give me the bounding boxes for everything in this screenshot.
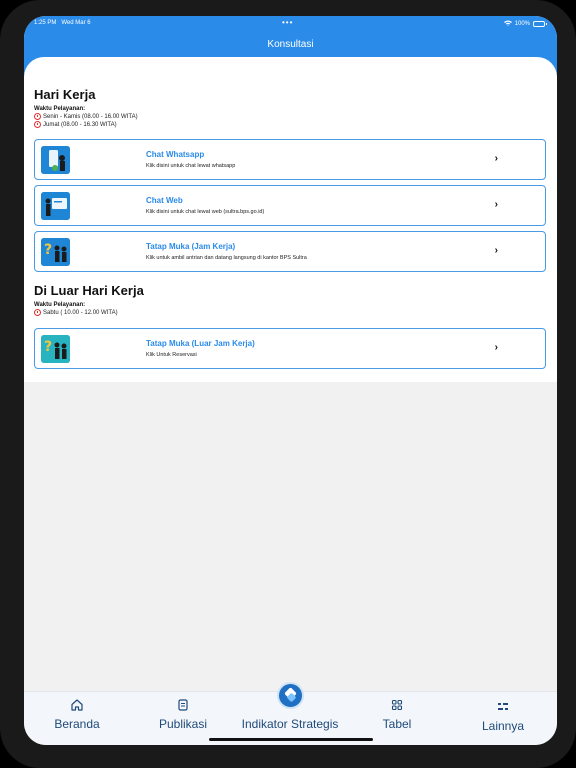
multitask-dots[interactable]: ••• — [282, 18, 293, 27]
tab-indikator-strategis[interactable]: Indikator Strategis — [238, 698, 342, 731]
card-title: Chat Whatsapp — [146, 150, 205, 159]
status-bar: 1:25 PM Wed Mar 6 ••• 100% — [24, 16, 557, 30]
face-to-face-off-hours-card[interactable]: ? Tatap Muka (Luar Jam Kerja) Klik Untuk… — [34, 328, 546, 369]
svg-text:?: ? — [44, 339, 52, 355]
battery-percent: 100% — [514, 21, 530, 27]
tab-beranda[interactable]: Beranda — [46, 698, 108, 731]
tab-lainnya[interactable]: Lainnya — [472, 700, 534, 733]
app-screen: 1:25 PM Wed Mar 6 ••• 100% Konsultasi Ha… — [24, 16, 557, 745]
home-icon — [70, 698, 84, 712]
svg-text:?: ? — [44, 242, 52, 258]
face-to-face-working-hours-card[interactable]: ? Tatap Muka (Jam Kerja) Klik untuk ambi… — [34, 231, 546, 272]
tab-publikasi[interactable]: Publikasi — [152, 698, 214, 731]
schedule-row: Sabtu ( 10.00 - 12.00 WITA) — [34, 309, 118, 316]
tab-label: Lainnya — [481, 719, 525, 733]
status-time: 1:25 PM Wed Mar 6 — [34, 20, 91, 26]
alarm-clock-icon — [34, 309, 41, 316]
wifi-icon — [503, 20, 512, 28]
alarm-clock-icon — [34, 121, 41, 128]
main-content: Hari Kerja Waktu Pelayanan: Senin - Kami… — [24, 57, 557, 382]
card-title: Tatap Muka (Luar Jam Kerja) — [146, 339, 255, 348]
bottom-tab-bar: Beranda Publikasi Indikator Strategis Ta… — [24, 682, 557, 745]
document-icon — [176, 698, 190, 712]
service-hours-label: Waktu Pelayanan: — [34, 302, 86, 308]
chevron-right-icon: › — [494, 153, 498, 164]
chevron-right-icon: › — [494, 245, 498, 256]
tab-label: Beranda — [54, 717, 100, 731]
more-icon — [496, 700, 510, 714]
card-title: Chat Web — [146, 196, 183, 205]
tab-label: Tabel — [382, 717, 412, 731]
status-right: 100% — [503, 20, 547, 28]
tab-label: Publikasi — [158, 717, 208, 731]
chat-web-card[interactable]: Chat Web Klik disini untuk chat lewat we… — [34, 185, 546, 226]
home-indicator — [209, 738, 373, 741]
card-description: Klik Untuk Reservasi — [146, 352, 197, 358]
chevron-right-icon: › — [494, 199, 498, 210]
chat-whatsapp-card[interactable]: Chat Whatsapp Klik disini untuk chat lew… — [34, 139, 546, 180]
card-title: Tatap Muka (Jam Kerja) — [146, 242, 236, 251]
schedule-row: Jumat (08.00 - 16.30 WITA) — [34, 121, 117, 128]
card-description: Klik untuk ambil antrian dan datang lang… — [146, 255, 307, 261]
section-title-off-hours: Di Luar Hari Kerja — [34, 283, 144, 298]
battery-icon — [533, 21, 547, 27]
card-description: Klik disini untuk chat lewat web (sultra… — [146, 209, 265, 215]
alarm-clock-icon — [34, 113, 41, 120]
schedule-row: Senin - Kamis (08.00 - 16.00 WITA) — [34, 113, 138, 120]
grid-icon — [390, 698, 404, 712]
service-hours-label: Waktu Pelayanan: — [34, 106, 86, 112]
web-chat-illustration-icon — [41, 192, 70, 220]
chevron-right-icon: › — [494, 342, 498, 353]
tablet-device: 1:25 PM Wed Mar 6 ••• 100% Konsultasi Ha… — [0, 0, 576, 768]
page-title: Konsultasi — [267, 39, 314, 50]
tab-label: Indikator Strategis — [241, 717, 339, 731]
face-to-face-illustration-icon: ? — [41, 238, 70, 266]
whatsapp-illustration-icon — [41, 146, 70, 174]
tab-tabel[interactable]: Tabel — [366, 698, 428, 731]
section-title-working-hours: Hari Kerja — [34, 87, 96, 102]
face-to-face-illustration-icon: ? — [41, 335, 70, 363]
card-description: Klik disini untuk chat lewat whatsapp — [146, 163, 236, 169]
